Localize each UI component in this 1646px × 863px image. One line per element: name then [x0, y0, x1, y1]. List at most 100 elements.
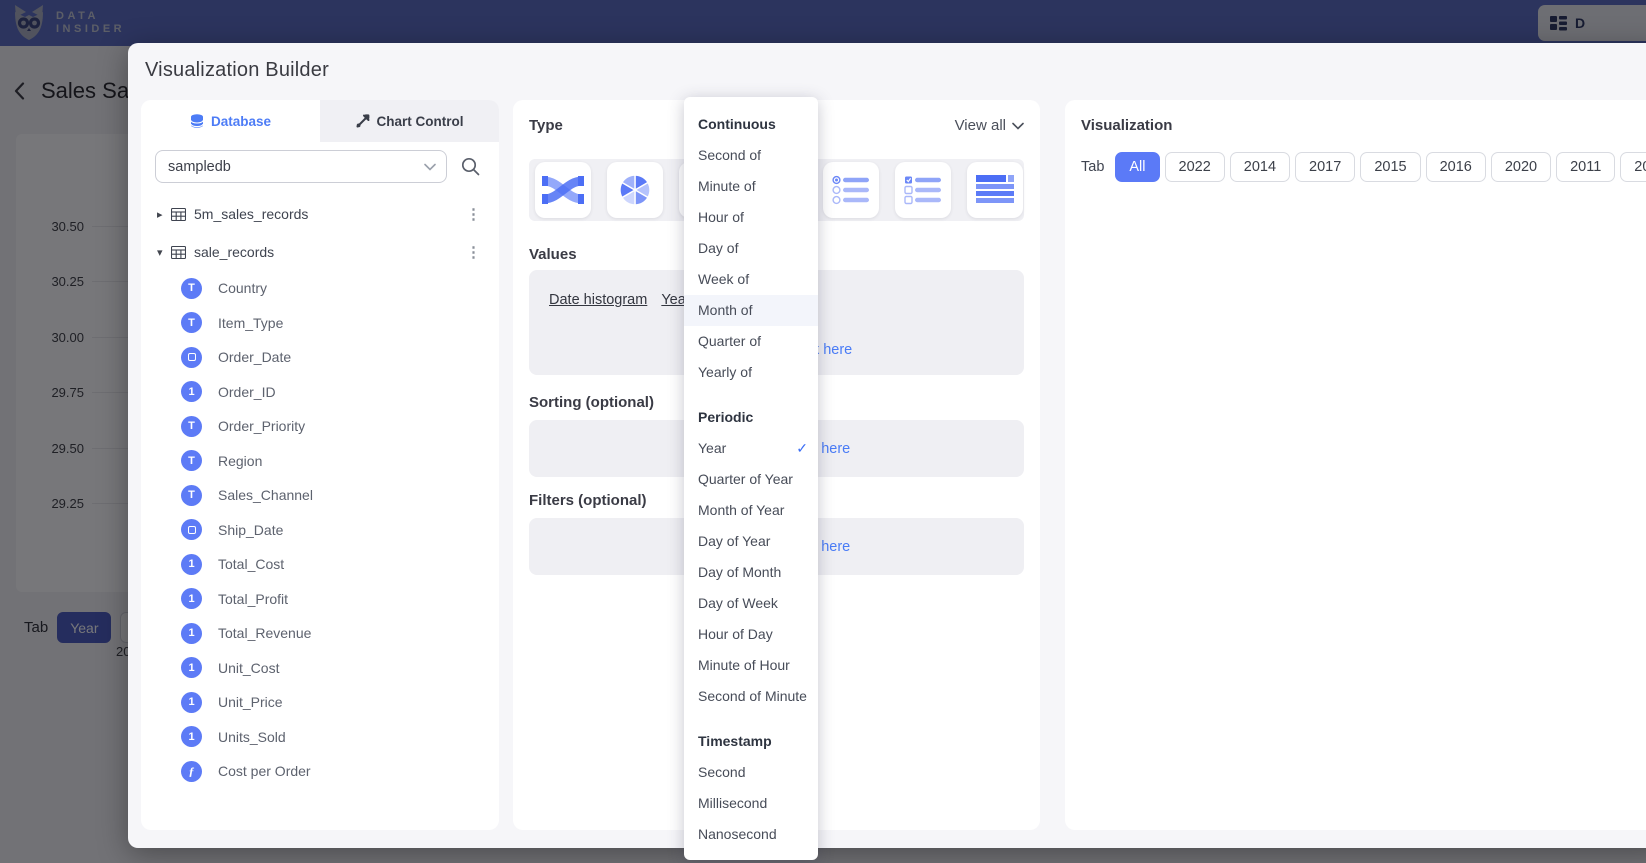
field-label: Order_ID — [218, 384, 276, 400]
dropdown-item[interactable]: Day of Week — [684, 588, 818, 619]
viz-tab-2015[interactable]: 2015 — [1360, 152, 1420, 182]
search-icon[interactable] — [461, 157, 480, 176]
dropdown-item-label: Hour of — [698, 209, 744, 225]
dropdown-item[interactable]: Second — [684, 757, 818, 788]
panel-tabbar: Database Chart Control — [141, 100, 499, 142]
viz-tab-2016[interactable]: 2016 — [1426, 152, 1486, 182]
dropdown-item[interactable]: Second of — [684, 140, 818, 171]
viz-tab-2020[interactable]: 2020 — [1491, 152, 1551, 182]
datasource-select-value: sampledb — [168, 159, 231, 175]
text-field-icon: T — [181, 485, 202, 506]
dropdown-group-header: Periodic — [684, 402, 818, 433]
dropdown-item-label: Quarter of Year — [698, 471, 793, 487]
field-label: Order_Date — [218, 349, 291, 365]
table-row-5m-sales-records[interactable]: ▸ 5m_sales_records ⋮ — [141, 195, 499, 233]
field-row[interactable]: 1Unit_Cost — [141, 651, 499, 686]
number-field-icon: 1 — [181, 588, 202, 609]
dropdown-item[interactable]: Second of Minute — [684, 681, 818, 712]
dropdown-item-label: Minute of Hour — [698, 657, 790, 673]
caret-right-icon[interactable]: ▸ — [157, 208, 171, 221]
dropdown-item-label: Month of — [698, 302, 752, 318]
caret-down-icon[interactable]: ▾ — [157, 246, 171, 259]
radio-list-icon — [832, 175, 870, 205]
field-row[interactable]: ƒCost per Order — [141, 754, 499, 789]
dropdown-item[interactable]: Yearly of — [684, 357, 818, 388]
field-row[interactable]: 1Unit_Price — [141, 685, 499, 720]
kebab-menu-icon[interactable]: ⋮ — [466, 205, 481, 223]
dropdown-item[interactable]: Quarter of Year — [684, 464, 818, 495]
dropdown-item[interactable]: Quarter of — [684, 326, 818, 357]
view-all-button[interactable]: View all — [955, 117, 1024, 134]
tab-database-label: Database — [211, 114, 271, 129]
chart-type-card-table[interactable] — [967, 162, 1023, 218]
datasource-select[interactable]: sampledb — [155, 150, 447, 183]
field-row[interactable]: 1 Order_ID — [141, 375, 499, 410]
dropdown-item-label: Second — [698, 764, 745, 780]
viz-tab-all[interactable]: All — [1115, 152, 1159, 182]
viz-tab-2019[interactable]: 2019 — [1620, 152, 1646, 182]
chart-type-card-sankey[interactable] — [535, 162, 591, 218]
date-field-icon — [181, 347, 202, 368]
chart-type-card-pie[interactable] — [607, 162, 663, 218]
tab-database[interactable]: Database — [141, 100, 320, 142]
dropdown-item[interactable]: Year ✓ — [684, 433, 818, 464]
table-row-sale-records[interactable]: ▾ sale_records ⋮ — [141, 233, 499, 271]
field-label: Sales_Channel — [218, 487, 313, 503]
dropdown-item-label: Minute of — [698, 178, 756, 194]
tools-icon — [356, 114, 370, 128]
field-row[interactable]: T Sales_Channel — [141, 478, 499, 513]
field-row[interactable]: TOrder_Priority — [141, 409, 499, 444]
dropdown-item-label: Second of — [698, 147, 761, 163]
table-grid-icon — [171, 246, 186, 259]
field-list: TCountryTItem_TypeOrder_Date1Order_IDTOr… — [141, 271, 499, 789]
field-label: Order_Priority — [218, 418, 305, 434]
field-label: Ship_Date — [218, 522, 283, 538]
dropdown-item[interactable]: Day of Month — [684, 557, 818, 588]
dropdown-item[interactable]: Minute of Hour — [684, 650, 818, 681]
dropdown-item[interactable]: Day of Year — [684, 526, 818, 557]
field-row[interactable]: 1Units_Sold — [141, 720, 499, 755]
date-glyph — [188, 526, 196, 534]
view-all-label: View all — [955, 117, 1006, 134]
kebab-menu-icon[interactable]: ⋮ — [466, 243, 481, 261]
number-field-icon: 1 — [181, 554, 202, 575]
tab-chart-control[interactable]: Chart Control — [320, 100, 499, 142]
dropdown-item[interactable]: Millisecond — [684, 788, 818, 819]
field-row[interactable]: Order_Date — [141, 340, 499, 375]
chart-type-card-checkbox-list[interactable] — [895, 162, 951, 218]
field-row[interactable]: 1 Total_Cost — [141, 547, 499, 582]
dropdown-item[interactable]: Hour of — [684, 202, 818, 233]
chevron-down-icon — [1012, 122, 1024, 130]
field-row[interactable]: TItem_Type — [141, 306, 499, 341]
dropdown-item[interactable]: Day of — [684, 233, 818, 264]
dropdown-item[interactable]: Month of — [684, 295, 818, 326]
field-row[interactable]: TCountry — [141, 271, 499, 306]
chart-type-card-radio-list[interactable] — [823, 162, 879, 218]
field-label: Unit_Price — [218, 694, 283, 710]
field-label: Unit_Cost — [218, 660, 279, 676]
dropdown-item[interactable]: Hour of Day — [684, 619, 818, 650]
dropdown-item[interactable]: Nanosecond — [684, 819, 818, 850]
dropdown-item[interactable]: Week of — [684, 264, 818, 295]
field-label: Country — [218, 280, 267, 296]
dropdown-item[interactable]: Minute of — [684, 171, 818, 202]
viz-tab-2014[interactable]: 2014 — [1230, 152, 1290, 182]
viz-tab-2022[interactable]: 2022 — [1165, 152, 1225, 182]
values-chip-date-histogram[interactable]: Date histogram — [549, 292, 647, 308]
dropdown-item[interactable]: Month of Year — [684, 495, 818, 526]
field-label: Region — [218, 453, 262, 469]
number-field-icon: 1 — [181, 623, 202, 644]
dropdown-item-label: Year — [698, 440, 726, 456]
field-label: Units_Sold — [218, 729, 286, 745]
viz-tab-row: Tab All202220142017201520162020201120192 — [1081, 152, 1646, 182]
dropdown-group-header: Continuous — [684, 109, 818, 140]
viz-tab-2011[interactable]: 2011 — [1556, 152, 1615, 182]
field-row[interactable]: 1Total_Profit — [141, 582, 499, 617]
field-row[interactable]: 1Total_Revenue — [141, 616, 499, 651]
field-label: Total_Cost — [218, 556, 284, 572]
viz-tab-2017[interactable]: 2017 — [1295, 152, 1355, 182]
check-icon: ✓ — [796, 433, 808, 464]
field-row[interactable]: TRegion — [141, 444, 499, 479]
field-row[interactable]: Ship_Date — [141, 513, 499, 548]
number-field-icon: 1 — [181, 381, 202, 402]
